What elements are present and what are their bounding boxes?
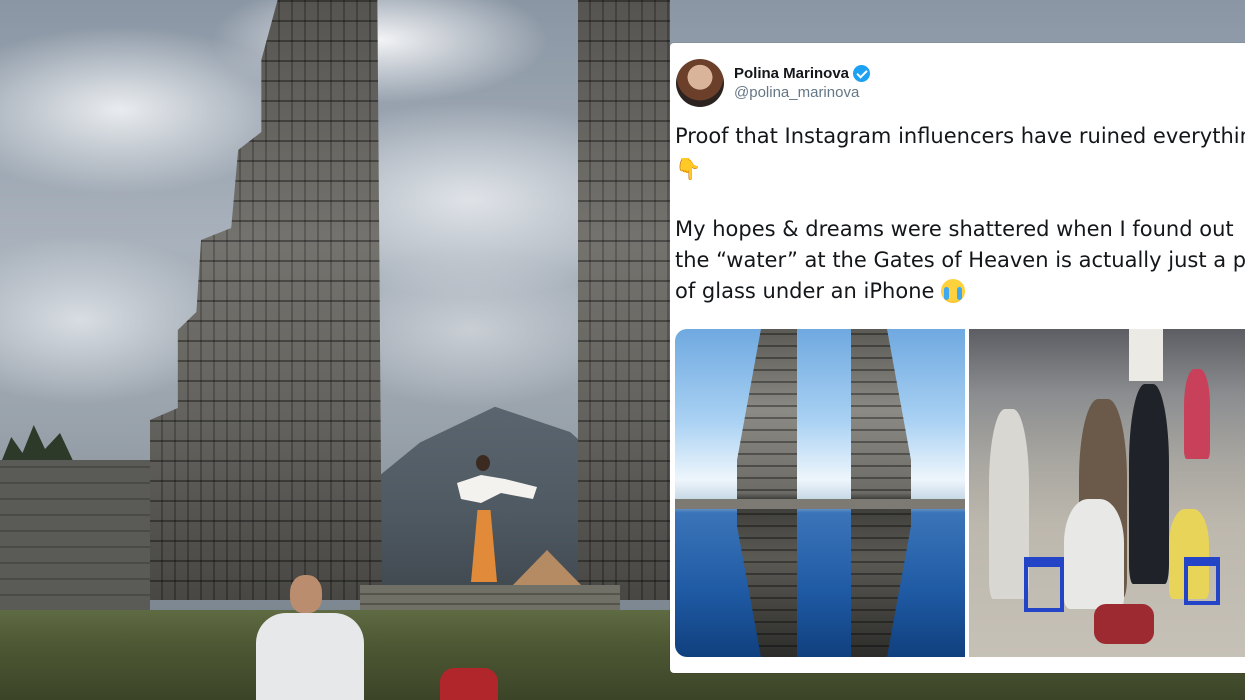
tweet-media	[675, 329, 1245, 657]
media-photo-reflection[interactable]	[675, 329, 965, 657]
tweet-line-5: of glass under an iPhone	[675, 279, 935, 303]
avatar[interactable]	[676, 59, 724, 107]
tourist-crowd	[969, 369, 1245, 657]
reflected-gate-left	[737, 329, 797, 657]
user-handle[interactable]: @polina_marinova	[734, 84, 870, 101]
temple-wall	[0, 460, 150, 610]
tweet-line-3: My hopes & dreams were shattered when I …	[675, 217, 1234, 241]
name-row: Polina Marinova	[734, 65, 871, 82]
blue-chair	[1024, 557, 1064, 612]
temple-steps	[360, 585, 620, 613]
posing-woman	[457, 455, 537, 587]
media-photo-crowd[interactable]	[969, 329, 1245, 657]
red-backpack	[440, 668, 498, 700]
display-name[interactable]: Polina Marinova	[734, 65, 849, 82]
crying-face-emoji-icon	[941, 279, 966, 303]
glass-ledge	[675, 499, 965, 509]
blue-chair	[1184, 557, 1220, 605]
tweet-body: Proof that Instagram influencers have ru…	[675, 121, 1245, 307]
pointing-down-emoji-icon: 👇	[675, 157, 702, 181]
tweet-line-1: Proof that Instagram influencers have ru…	[675, 124, 1245, 148]
verified-badge-icon	[853, 65, 871, 82]
tweet-header: Polina Marinova @polina_marinova	[676, 57, 871, 109]
right-gate-pillar	[578, 0, 670, 600]
tweet-card: Polina Marinova @polina_marinova Proof t…	[670, 43, 1245, 673]
tweet-line-4: the “water” at the Gates of Heaven is ac…	[675, 248, 1245, 272]
author-names: Polina Marinova @polina_marinova	[734, 65, 871, 101]
reflected-gate-right	[851, 329, 911, 657]
photographer	[256, 575, 366, 700]
